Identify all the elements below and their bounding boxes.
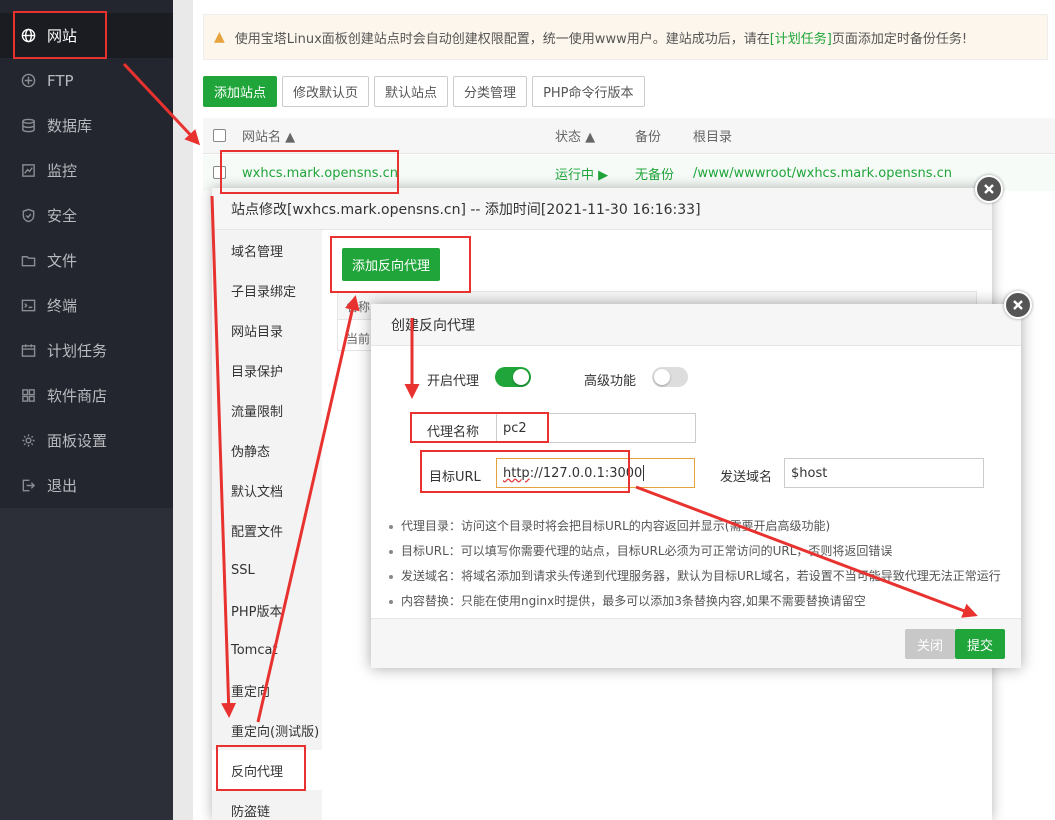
annotation-box-reverse-proxy <box>216 745 306 791</box>
sidebar-item-store[interactable]: 软件商店 <box>0 373 173 418</box>
notice-text: 使用宝塔Linux面板创建站点时会自动创建权限配置，统一使用www用户。建站成功… <box>234 31 968 47</box>
sidebar-item-label: 数据库 <box>47 117 93 135</box>
sidebar-item-terminal[interactable]: 终端 <box>0 283 173 328</box>
tip-item: 发送域名：将域名添加到请求头传递到代理服务器，默认为目标URL域名，若设置不当可… <box>389 567 1001 584</box>
menu-redirect-beta[interactable]: 重定向(测试版) <box>212 710 322 750</box>
notice-banner: ▲ 使用宝塔Linux面板创建站点时会自动创建权限配置，统一使用www用户。建站… <box>203 14 1048 60</box>
monitor-icon <box>20 163 36 179</box>
site-table-header: 网站名 ▲ 状态 ▲ 备份 根目录 <box>203 118 1055 154</box>
warning-icon: ▲ <box>214 29 225 45</box>
tip-item: 内容替换：只能在使用nginx时提供，最多可以添加3条替换内容,如果不需要替换请… <box>389 592 866 609</box>
enable-proxy-toggle[interactable] <box>495 367 531 387</box>
close-icon <box>1013 300 1023 310</box>
annotation-box-target-url <box>420 450 630 493</box>
annotation-box-proxy-name <box>410 412 549 443</box>
calendar-icon <box>20 343 36 359</box>
category-manage-button[interactable]: 分类管理 <box>453 76 528 107</box>
proxy-dialog-title: 创建反向代理 <box>371 304 1021 346</box>
tip-item: 代理目录：访问这个目录时将会把目标URL的内容返回并显示(需要开启高级功能) <box>389 517 830 534</box>
menu-php-version[interactable]: PHP版本 <box>212 590 322 630</box>
folder-icon <box>20 253 36 269</box>
menu-redirect[interactable]: 重定向 <box>212 670 322 710</box>
tip-item: 目标URL：可以填写你需要代理的站点，目标URL必须为可正常访问的URL，否则将… <box>389 542 892 559</box>
site-settings-menu: 域名管理 子目录绑定 网站目录 目录保护 流量限制 伪静态 默认文档 配置文件 … <box>212 230 322 820</box>
sidebar-item-logout[interactable]: 退出 <box>0 463 173 508</box>
close-icon <box>984 184 994 194</box>
site-toolbar: 添加站点 修改默认页 默认站点 分类管理 PHP命令行版本 <box>203 76 645 108</box>
send-domain-input[interactable]: $host <box>784 458 984 488</box>
site-dialog-close-button[interactable] <box>975 175 1003 203</box>
proxy-col-name: 名称 <box>346 300 371 314</box>
php-cli-version-button[interactable]: PHP命令行版本 <box>532 76 645 107</box>
add-site-button[interactable]: 添加站点 <box>203 76 278 107</box>
send-domain-label: 发送域名 <box>720 470 773 485</box>
menu-directory-protect[interactable]: 目录保护 <box>212 350 322 390</box>
proxy-dialog-footer: 关闭 提交 <box>371 618 1021 668</box>
submit-button[interactable]: 提交 <box>955 629 1006 659</box>
menu-subdirectory-bind[interactable]: 子目录绑定 <box>212 270 322 310</box>
sidebar-item-monitor[interactable]: 监控 <box>0 148 173 193</box>
advanced-label: 高级功能 <box>584 374 637 389</box>
menu-default-doc[interactable]: 默认文档 <box>212 470 322 510</box>
menu-hotlink-protect[interactable]: 防盗链 <box>212 790 322 820</box>
sidebar-item-label: 退出 <box>47 477 78 495</box>
proxy-list-empty: 当前 <box>346 332 371 346</box>
sidebar-item-label: 监控 <box>47 162 78 180</box>
advanced-toggle[interactable] <box>652 367 688 387</box>
site-dialog-title: 站点修改[wxhcs.mark.opensns.cn] -- 添加时间[2021… <box>212 188 992 230</box>
sidebar-item-database[interactable]: 数据库 <box>0 103 173 148</box>
default-site-button[interactable]: 默认站点 <box>374 76 449 107</box>
menu-tomcat[interactable]: Tomcat <box>212 630 322 670</box>
menu-site-directory[interactable]: 网站目录 <box>212 310 322 350</box>
sidebar-item-label: 终端 <box>47 297 78 315</box>
annotation-box-website <box>13 11 107 59</box>
annotation-box-add-proxy <box>330 236 471 293</box>
sidebar-item-cron[interactable]: 计划任务 <box>0 328 173 373</box>
select-all-checkbox[interactable] <box>213 129 226 142</box>
sidebar-footer <box>0 508 173 820</box>
grid-icon <box>20 388 36 404</box>
sidebar-item-ftp[interactable]: FTP <box>0 58 173 103</box>
menu-traffic-limit[interactable]: 流量限制 <box>212 390 322 430</box>
sidebar-item-label: 面板设置 <box>47 432 108 450</box>
cron-link[interactable]: [计划任务] <box>770 32 832 47</box>
site-status[interactable]: 运行中 ▶ <box>555 164 608 183</box>
menu-config-file[interactable]: 配置文件 <box>212 510 322 550</box>
sidebar-item-label: 文件 <box>47 252 78 270</box>
menu-domain-manage[interactable]: 域名管理 <box>212 230 322 270</box>
ftp-icon <box>20 73 36 89</box>
sidebar-item-label: 安全 <box>47 207 78 225</box>
enable-proxy-label: 开启代理 <box>427 374 480 389</box>
menu-rewrite[interactable]: 伪静态 <box>212 430 322 470</box>
database-icon <box>20 118 36 134</box>
column-status[interactable]: 状态 ▲ <box>555 126 595 145</box>
site-root-path[interactable]: /www/wwwroot/wxhcs.mark.opensns.cn <box>693 166 952 181</box>
sidebar-item-label: FTP <box>47 71 74 90</box>
menu-ssl[interactable]: SSL <box>212 550 322 590</box>
sidebar-item-label: 软件商店 <box>47 387 108 405</box>
annotation-box-site-name <box>220 150 399 194</box>
column-site-name[interactable]: 网站名 ▲ <box>242 126 295 145</box>
close-button[interactable]: 关闭 <box>905 629 956 659</box>
terminal-icon <box>20 298 36 314</box>
sidebar-item-settings[interactable]: 面板设置 <box>0 418 173 463</box>
sidebar: 网站 FTP 数据库 监控 安全 文件 终端 计划任务 软件商店 面板设置 退出 <box>0 0 173 820</box>
sidebar-item-label: 计划任务 <box>47 342 108 360</box>
logout-icon <box>20 478 36 494</box>
sidebar-item-security[interactable]: 安全 <box>0 193 173 238</box>
shield-icon <box>20 208 36 224</box>
column-backup: 备份 <box>635 130 662 145</box>
proxy-dialog-close-button[interactable] <box>1004 291 1032 319</box>
column-root: 根目录 <box>693 130 733 145</box>
gear-icon <box>20 433 36 449</box>
modify-default-page-button[interactable]: 修改默认页 <box>282 76 370 107</box>
site-backup[interactable]: 无备份 <box>635 164 674 183</box>
sidebar-item-files[interactable]: 文件 <box>0 238 173 283</box>
